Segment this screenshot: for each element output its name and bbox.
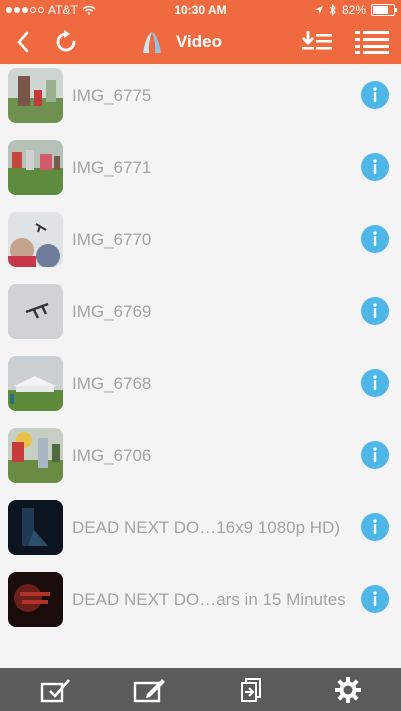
info-icon: [373, 231, 377, 246]
info-button[interactable]: [361, 153, 389, 181]
settings-gear-icon: [335, 676, 361, 703]
info-button[interactable]: [361, 81, 389, 109]
video-thumbnail: [8, 572, 63, 627]
video-row[interactable]: DEAD NEXT DO…ars in 15 Minutes: [0, 568, 401, 640]
page-title: Video: [176, 32, 222, 51]
status-right: 82%: [314, 3, 397, 17]
info-button[interactable]: [361, 513, 389, 541]
select-button[interactable]: [26, 668, 86, 711]
video-row[interactable]: IMG_6706: [0, 424, 401, 496]
import-button[interactable]: [222, 668, 282, 711]
video-title: DEAD NEXT DO…ars in 15 Minutes: [72, 590, 346, 609]
download-list-button[interactable]: [298, 20, 336, 64]
chevron-left-icon: [17, 31, 29, 53]
info-icon: [373, 159, 377, 174]
info-icon: [373, 375, 377, 390]
nav-bar: Video: [0, 20, 401, 64]
video-title: IMG_6706: [72, 446, 152, 465]
bluetooth-icon: [329, 4, 336, 16]
info-button[interactable]: [361, 225, 389, 253]
settings-button[interactable]: [318, 668, 378, 711]
battery-percent: 82%: [341, 3, 366, 17]
info-button[interactable]: [361, 585, 389, 613]
video-row[interactable]: IMG_6770: [0, 208, 401, 280]
video-row[interactable]: IMG_6769: [0, 280, 401, 352]
video-title: IMG_6771: [72, 158, 152, 177]
info-icon: [373, 87, 377, 102]
video-thumbnail: [8, 500, 63, 555]
nav-title-group: Video: [140, 20, 222, 64]
refresh-button[interactable]: [48, 20, 84, 64]
back-button[interactable]: [8, 20, 38, 64]
video-row[interactable]: IMG_6768: [0, 352, 401, 424]
info-button[interactable]: [361, 297, 389, 325]
video-title: IMG_6775: [72, 86, 152, 105]
refresh-icon: [56, 30, 76, 52]
video-thumbnail: [8, 68, 63, 123]
video-thumbnail: [8, 284, 63, 339]
video-thumbnail: [8, 356, 63, 411]
video-title: IMG_6768: [72, 374, 152, 393]
status-bar: AT&T 10:30 AM 82%: [0, 0, 401, 20]
info-icon: [373, 447, 377, 462]
import-icon: [241, 677, 261, 702]
battery-icon: [371, 4, 397, 16]
menu-button[interactable]: [352, 20, 392, 64]
info-icon: [373, 591, 377, 606]
video-thumbnail: [8, 212, 63, 267]
info-icon: [373, 519, 377, 534]
video-title: IMG_6770: [72, 230, 152, 249]
menu-icon: [355, 31, 389, 54]
info-button[interactable]: [361, 441, 389, 469]
location-arrow-icon: [314, 6, 323, 14]
info-icon: [373, 303, 377, 318]
battery-level: [373, 6, 388, 14]
app-logo-icon: [143, 32, 161, 53]
video-thumbnail: [8, 428, 63, 483]
video-row[interactable]: IMG_6775: [0, 64, 401, 136]
video-thumbnail: [8, 140, 63, 195]
download-list-icon: [302, 31, 332, 50]
edit-icon: [133, 678, 165, 702]
video-title: DEAD NEXT DO…16x9 1080p HD): [72, 518, 341, 537]
video-title: IMG_6769: [72, 302, 152, 321]
edit-button[interactable]: [120, 668, 180, 711]
video-row[interactable]: IMG_6771: [0, 136, 401, 208]
info-button[interactable]: [361, 369, 389, 397]
bottom-toolbar: [0, 668, 401, 711]
select-check-icon: [40, 678, 70, 702]
video-row[interactable]: DEAD NEXT DO…16x9 1080p HD): [0, 496, 401, 568]
